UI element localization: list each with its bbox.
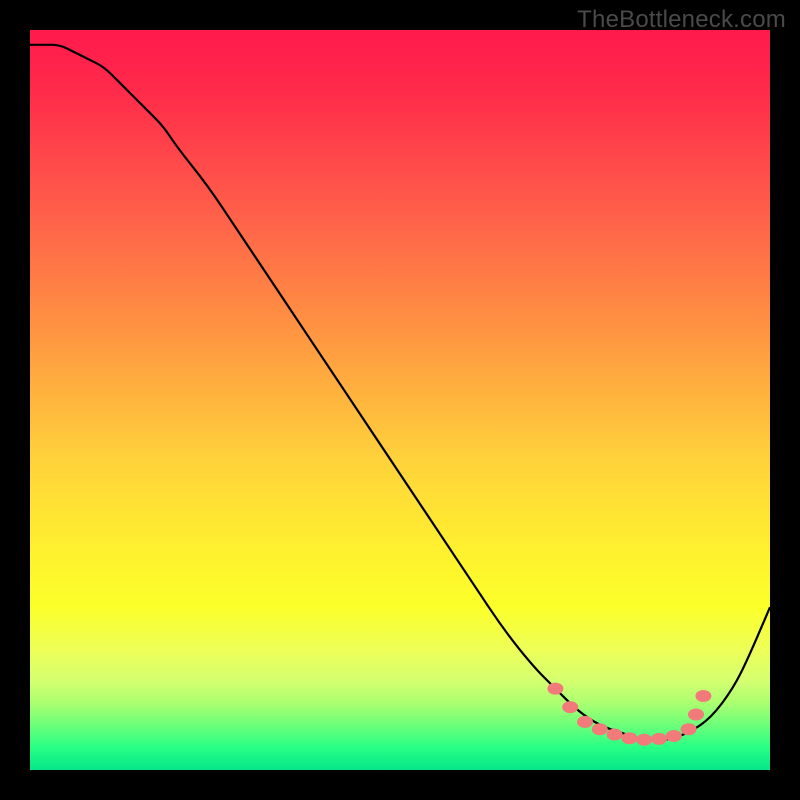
optimal-dot <box>688 709 704 721</box>
chart-frame: TheBottleneck.com <box>0 0 800 800</box>
optimal-dot <box>695 690 711 702</box>
optimal-dots <box>547 683 711 746</box>
bottleneck-curve <box>30 45 770 741</box>
plot-area <box>30 30 770 770</box>
optimal-dot <box>681 723 697 735</box>
optimal-dot <box>607 729 623 741</box>
optimal-dot <box>666 730 682 742</box>
optimal-dot <box>651 733 667 745</box>
watermark-text: TheBottleneck.com <box>577 6 786 34</box>
curve-layer <box>30 30 770 770</box>
optimal-dot <box>577 716 593 728</box>
optimal-dot <box>592 723 608 735</box>
optimal-dot <box>547 683 563 695</box>
optimal-dot <box>636 734 652 746</box>
optimal-dot <box>562 701 578 713</box>
optimal-dot <box>621 732 637 744</box>
